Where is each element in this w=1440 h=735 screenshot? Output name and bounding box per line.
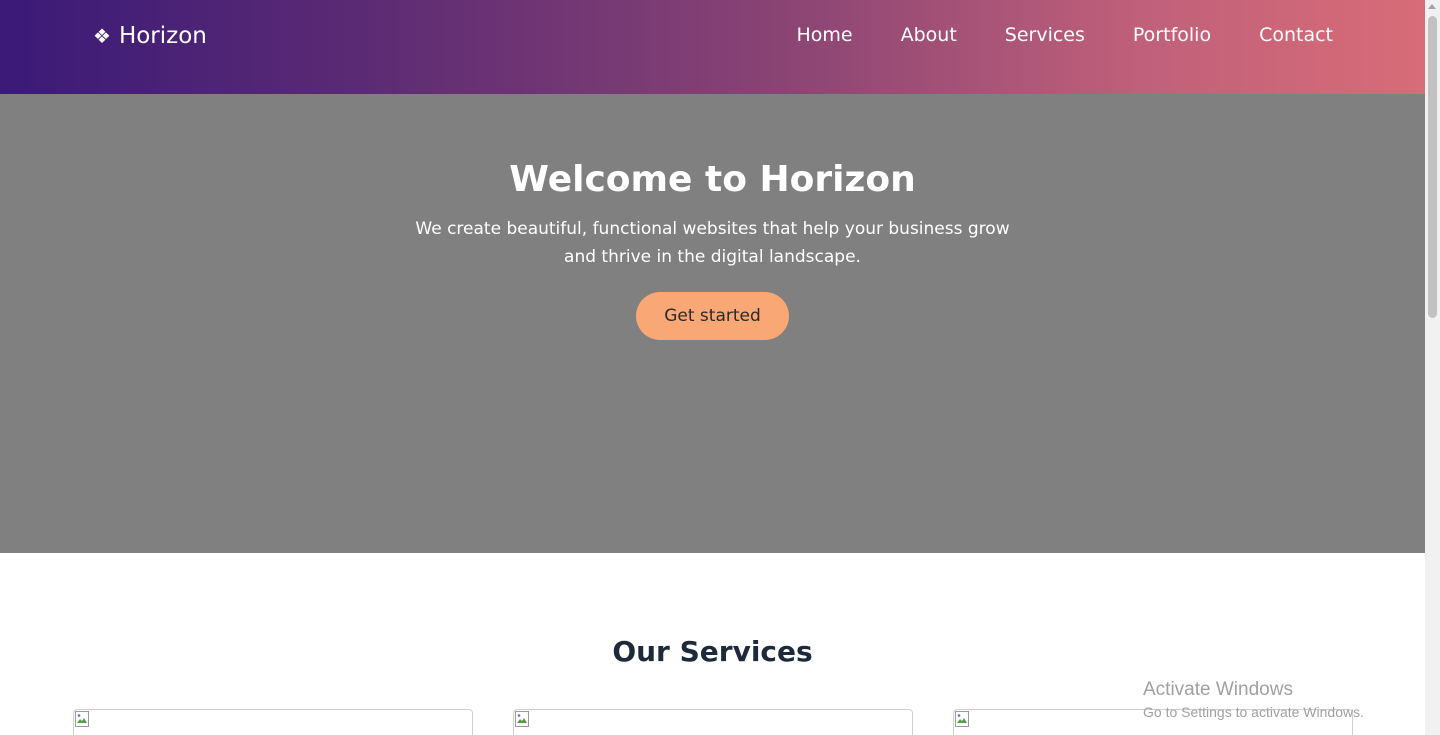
watermark-title: Activate Windows [1143, 679, 1293, 700]
diamond-cluster-icon: ❖ [93, 24, 111, 48]
vertical-scrollbar[interactable] [1425, 0, 1440, 735]
page: ❖ Horizon Home About Services Portfolio … [0, 0, 1425, 735]
windows-activation-watermark: Activate Windows Go to Settings to activ… [1143, 679, 1364, 723]
broken-image-icon [515, 711, 529, 727]
scrollbar-thumb[interactable] [1428, 16, 1437, 318]
services-heading: Our Services [612, 635, 813, 668]
service-card[interactable] [73, 709, 473, 735]
get-started-button[interactable]: Get started [636, 292, 789, 340]
broken-image-icon [75, 711, 89, 727]
broken-image-icon [955, 711, 969, 727]
nav-about-link[interactable]: About [901, 22, 957, 48]
main-nav: Home About Services Portfolio Contact [796, 22, 1333, 48]
brand-name: Horizon [118, 23, 207, 49]
watermark-subtitle: Go to Settings to activate Windows. [1143, 704, 1364, 720]
brand-logo[interactable]: ❖ Horizon [93, 20, 207, 52]
nav-contact-link[interactable]: Contact [1259, 22, 1333, 48]
hero-subtitle: We create beautiful, functional websites… [415, 219, 1010, 267]
hero-section: Welcome to Horizon We create beautiful, … [0, 94, 1425, 553]
scroll-up-arrow-icon[interactable] [1428, 4, 1436, 9]
navbar: ❖ Horizon Home About Services Portfolio … [0, 0, 1425, 94]
nav-home-link[interactable]: Home [796, 22, 852, 48]
service-card[interactable] [513, 709, 913, 735]
nav-services-link[interactable]: Services [1005, 22, 1085, 48]
nav-portfolio-link[interactable]: Portfolio [1133, 22, 1211, 48]
hero-title: Welcome to Horizon [509, 159, 916, 200]
